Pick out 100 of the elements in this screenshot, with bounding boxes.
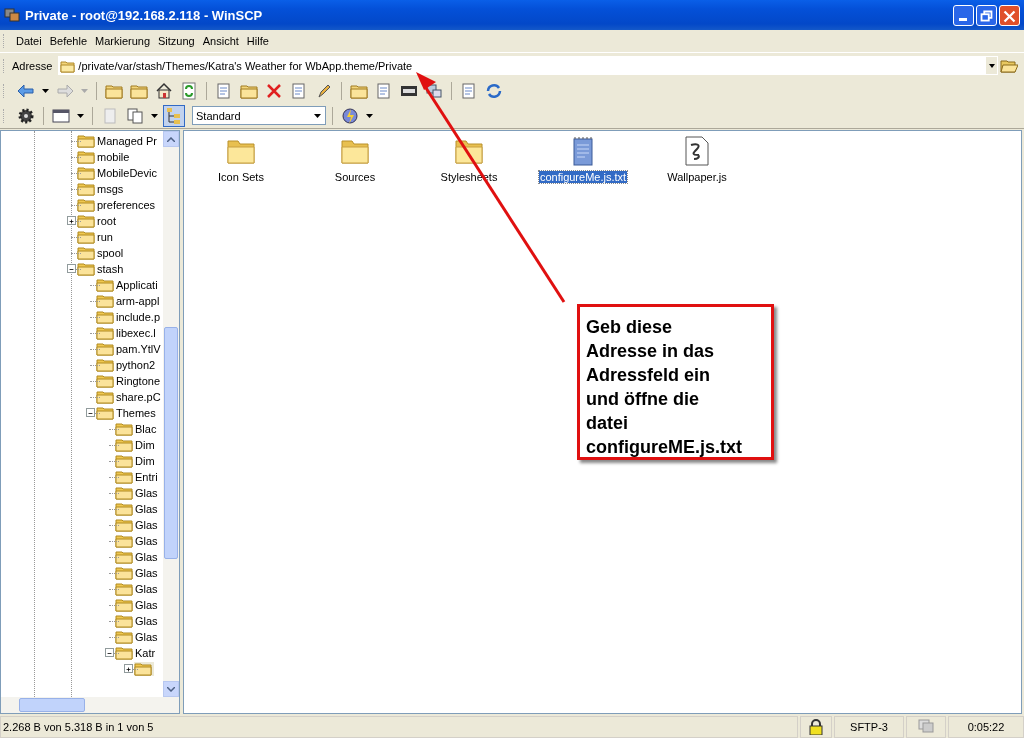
tree-item[interactable]: pam.YtlV <box>96 342 163 356</box>
delete-icon[interactable] <box>265 81 283 100</box>
tree-item[interactable]: Glas <box>115 486 160 500</box>
tree-item[interactable]: include.p <box>96 310 163 324</box>
tree-item[interactable]: spool <box>77 246 126 260</box>
menu-item[interactable]: Befehle <box>45 35 91 47</box>
file-name[interactable]: configureMe.js.txt <box>538 171 628 183</box>
tree-item[interactable]: Glas <box>115 582 160 596</box>
globe-icon[interactable] <box>341 106 359 125</box>
menu-item[interactable]: Hilfe <box>242 35 273 47</box>
tree-item[interactable]: Glas <box>115 534 160 548</box>
preset-dropdown[interactable]: Standard <box>192 106 326 125</box>
tree-item[interactable]: Blac <box>115 422 159 436</box>
expander-icon[interactable] <box>67 216 76 225</box>
tree-item[interactable]: Glas <box>115 566 160 580</box>
copy-icon[interactable] <box>126 106 144 125</box>
tree-item[interactable]: run <box>77 230 115 244</box>
tree-item[interactable]: msgs <box>77 182 126 196</box>
restore-button[interactable] <box>976 4 997 26</box>
tree-item[interactable]: arm-appl <box>96 294 162 308</box>
folder-icon <box>96 278 114 292</box>
folder-icon <box>77 182 95 196</box>
compare-icon[interactable] <box>375 81 393 100</box>
tree-item[interactable]: Entri <box>115 470 160 484</box>
tree-item[interactable]: Applicati <box>96 278 160 292</box>
menu-item[interactable]: Markierung <box>91 35 155 47</box>
menu-item[interactable]: Sitzung <box>154 35 199 47</box>
tree-item[interactable]: Glas <box>115 550 160 564</box>
file-name[interactable]: Wallpaper.js <box>666 171 728 183</box>
gear-icon[interactable] <box>17 106 35 125</box>
annotation-text: Adressfeld ein <box>586 364 712 387</box>
address-label: Adresse <box>12 59 53 72</box>
edit-icon[interactable] <box>215 81 233 100</box>
view-icon[interactable] <box>52 106 70 125</box>
address-field[interactable]: /private/var/stash/Themes/Katra's Weather for WbApp.theme/Private <box>58 56 998 75</box>
home-icon[interactable] <box>155 81 173 100</box>
folder-icon <box>115 630 133 644</box>
caret-icon[interactable] <box>77 113 84 118</box>
expander-icon[interactable] <box>86 408 95 417</box>
tree-item[interactable]: Dim <box>115 454 157 468</box>
tree-item[interactable]: Dim <box>115 438 157 452</box>
expander-icon[interactable] <box>67 264 76 273</box>
tree-item[interactable]: libexec.l <box>96 326 158 340</box>
tree-item[interactable]: MobileDevic <box>77 166 159 180</box>
horizontal-scrollbar[interactable] <box>1 697 179 713</box>
folder-icon <box>96 406 114 420</box>
annotation-text: Adresse in das <box>586 340 716 363</box>
tree-item[interactable]: Katr <box>115 646 158 660</box>
folder-icon <box>60 58 77 73</box>
properties-icon[interactable] <box>290 81 308 100</box>
protocol-text: SFTP-3 <box>834 716 904 738</box>
tree-item[interactable]: Glas <box>115 502 160 516</box>
tree-item[interactable]: Glas <box>115 598 160 612</box>
folder-icon <box>96 390 114 404</box>
folder-icon <box>115 550 133 564</box>
folder-icon <box>96 358 114 372</box>
copy-icon[interactable] <box>460 81 478 100</box>
close-button[interactable] <box>999 4 1020 26</box>
sync-icon[interactable] <box>485 81 503 100</box>
tree-item[interactable]: root <box>77 214 118 228</box>
address-value: /private/var/stash/Themes/Katra's Weather for WbApp.theme/Private <box>78 59 414 72</box>
tree-item[interactable]: Glas <box>115 614 160 628</box>
tree-item[interactable]: stash <box>77 262 126 276</box>
refresh-icon[interactable] <box>180 81 198 100</box>
file-name[interactable]: Sources <box>333 171 377 183</box>
annotation-text: datei <box>586 412 629 435</box>
minimize-button[interactable] <box>953 4 974 26</box>
expander-icon[interactable] <box>124 664 133 673</box>
expander-icon[interactable] <box>105 648 114 657</box>
folder-icon <box>96 294 114 308</box>
folder-icon <box>115 518 133 532</box>
folder-icon <box>77 246 95 260</box>
dropdown-icon[interactable] <box>986 57 997 74</box>
caret-icon[interactable] <box>42 88 49 93</box>
folder-icon <box>77 166 95 180</box>
tree-item[interactable]: python2 <box>96 358 158 372</box>
caret-icon[interactable] <box>151 113 158 118</box>
tree-item[interactable]: Glas <box>115 518 160 532</box>
tree-item[interactable]: share.pC <box>96 390 163 404</box>
folder-icon <box>77 198 95 212</box>
folder-icon <box>115 582 133 596</box>
tree-item[interactable]: Ringtone <box>96 374 163 388</box>
file-name[interactable]: Icon Sets <box>217 171 265 183</box>
tree-item[interactable]: mobile <box>77 150 132 164</box>
menu-item[interactable]: Ansicht <box>198 35 243 47</box>
menu-item[interactable]: Datei <box>12 35 46 47</box>
vertical-scrollbar[interactable] <box>163 131 179 697</box>
scroll-down-icon[interactable] <box>167 686 175 692</box>
caret-icon[interactable] <box>366 113 373 118</box>
folder-icon <box>134 662 152 676</box>
folder-icon <box>96 310 114 324</box>
scroll-up-icon[interactable] <box>167 136 175 142</box>
tree-item[interactable]: Managed Pr <box>77 134 159 148</box>
tree-toggle-icon[interactable] <box>163 104 185 127</box>
tree-item[interactable]: preferences <box>77 198 158 212</box>
folder-icon <box>115 470 133 484</box>
tree-item[interactable]: Glas <box>115 630 160 644</box>
folder-icon <box>115 566 133 580</box>
tree-item[interactable]: Themes <box>96 406 158 420</box>
folder-icon <box>77 262 95 276</box>
